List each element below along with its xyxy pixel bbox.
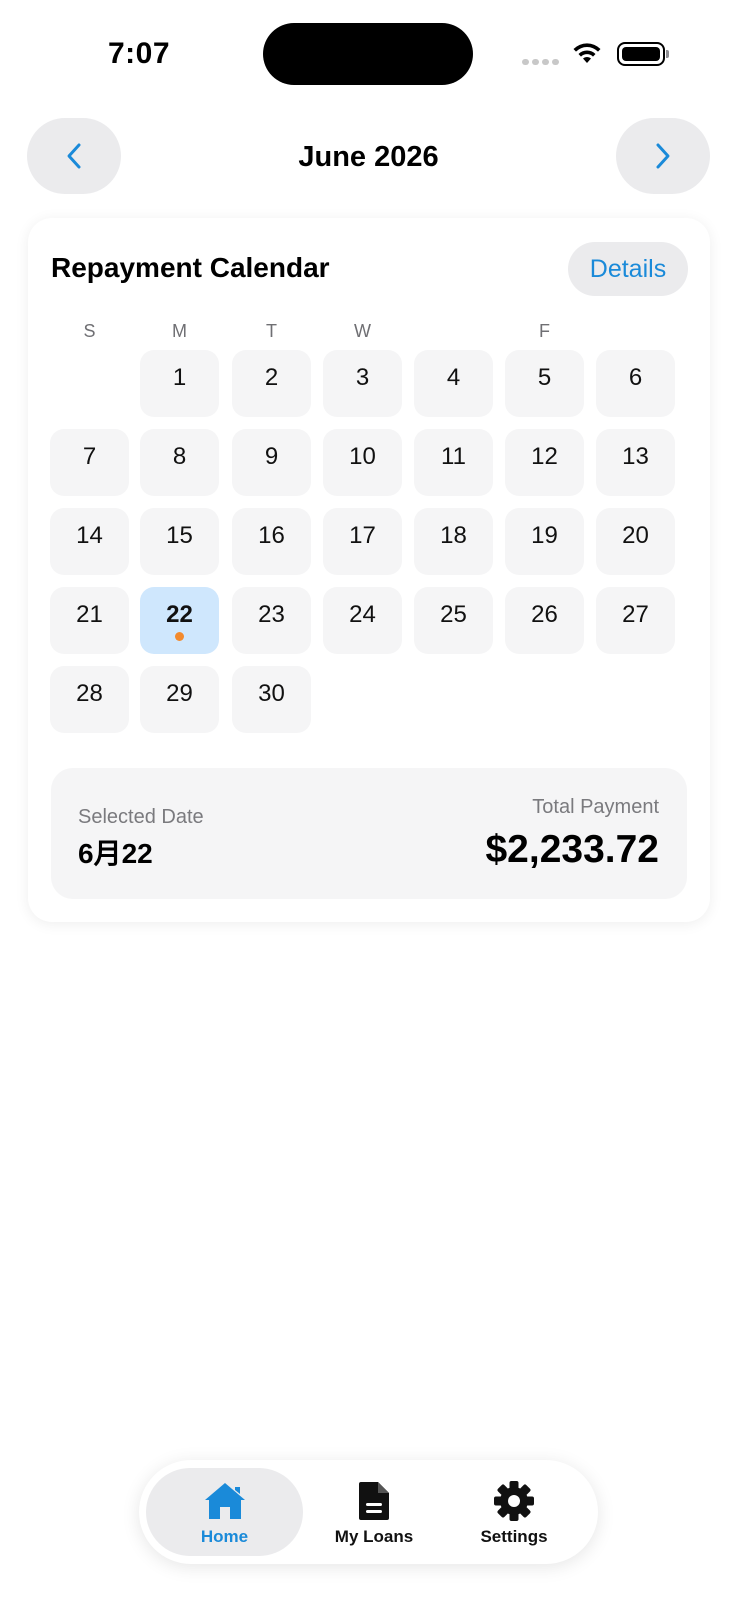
cellular-signal-icon <box>522 59 560 65</box>
calendar-day[interactable]: 14 <box>50 508 129 575</box>
chevron-left-icon <box>67 143 81 169</box>
calendar-day[interactable]: 6 <box>596 350 675 417</box>
calendar-day-number: 6 <box>628 364 643 391</box>
tab-home[interactable]: Home <box>146 1468 303 1556</box>
tab-settings-label: Settings <box>480 1527 548 1546</box>
calendar-day[interactable]: 21 <box>50 587 129 654</box>
weekday-label: W <box>354 321 371 341</box>
calendar-day-number: 17 <box>349 522 376 549</box>
tab-my-loans[interactable]: My Loans <box>299 1468 449 1556</box>
repayment-calendar-card: Repayment Calendar Details SMTWF 1234567… <box>28 218 710 922</box>
calendar-day-number: 23 <box>258 601 285 628</box>
calendar-day-number: 5 <box>537 364 552 391</box>
payment-summary: Selected Date 6月22 Total Payment $2,233.… <box>51 768 687 899</box>
calendar-day[interactable]: 5 <box>505 350 584 417</box>
calendar-day-number: 8 <box>172 443 187 470</box>
calendar-day-number: 19 <box>531 522 558 549</box>
calendar-day-number: 29 <box>166 680 193 707</box>
calendar-day[interactable]: 22 <box>140 587 219 654</box>
calendar-day-number: 10 <box>349 443 376 470</box>
calendar-day-number: 26 <box>531 601 558 628</box>
calendar-day[interactable]: 19 <box>505 508 584 575</box>
total-payment-value: $2,233.72 <box>485 828 659 871</box>
calendar-day-number: 1 <box>172 364 187 391</box>
month-title: June 2026 <box>298 141 439 173</box>
next-month-button[interactable] <box>616 118 710 194</box>
calendar-day-number: 12 <box>531 443 558 470</box>
tab-home-label: Home <box>200 1527 249 1546</box>
card-title: Repayment Calendar <box>51 252 330 283</box>
weekday-label: M <box>172 321 187 341</box>
wifi-icon <box>573 43 601 63</box>
calendar-day[interactable]: 20 <box>596 508 675 575</box>
gear-icon <box>494 1481 534 1521</box>
calendar-day-number: 7 <box>82 443 97 470</box>
weekday-label: F <box>539 321 550 341</box>
selected-date-label: Selected Date <box>78 806 204 828</box>
calendar-day[interactable]: 2 <box>232 350 311 417</box>
calendar-day[interactable]: 30 <box>232 666 311 733</box>
calendar-day-number: 14 <box>76 522 103 549</box>
calendar-day[interactable]: 17 <box>323 508 402 575</box>
calendar-day-number: 30 <box>258 680 285 707</box>
calendar-day[interactable]: 18 <box>414 508 493 575</box>
calendar-day-number: 16 <box>258 522 285 549</box>
home-icon <box>204 1483 245 1519</box>
calendar-day[interactable]: 27 <box>596 587 675 654</box>
chevron-right-icon <box>656 143 670 169</box>
calendar-day[interactable]: 8 <box>140 429 219 496</box>
calendar-day-number: 24 <box>349 601 376 628</box>
calendar-day[interactable]: 23 <box>232 587 311 654</box>
calendar-day-number: 2 <box>264 364 279 391</box>
calendar-day-number: 15 <box>166 522 193 549</box>
calendar-day[interactable]: 29 <box>140 666 219 733</box>
calendar-day[interactable]: 12 <box>505 429 584 496</box>
calendar-day-number: 28 <box>76 680 103 707</box>
calendar-day-number: 20 <box>622 522 649 549</box>
calendar-day[interactable]: 3 <box>323 350 402 417</box>
calendar-day[interactable]: 4 <box>414 350 493 417</box>
calendar-day[interactable]: 1 <box>140 350 219 417</box>
calendar-day-number: 11 <box>441 443 466 470</box>
status-time: 7:07 <box>108 37 171 70</box>
calendar-day[interactable]: 24 <box>323 587 402 654</box>
calendar-day[interactable]: 16 <box>232 508 311 575</box>
tab-my-loans-label: My Loans <box>334 1527 414 1546</box>
calendar-day-number: 25 <box>440 601 467 628</box>
calendar-day[interactable]: 25 <box>414 587 493 654</box>
calendar-day-number: 4 <box>446 364 461 391</box>
calendar-day[interactable]: 26 <box>505 587 584 654</box>
calendar-day-number: 21 <box>76 601 103 628</box>
calendar-day-number: 3 <box>355 364 370 391</box>
weekday-label: T <box>266 321 277 341</box>
tab-bar: Home My Loans Settings <box>139 1460 598 1564</box>
calendar-day[interactable]: 28 <box>50 666 129 733</box>
calendar-day-number: 22 <box>166 601 193 628</box>
weekday-label: S <box>83 321 96 341</box>
calendar-day[interactable]: 11 <box>414 429 493 496</box>
calendar-day[interactable]: 15 <box>140 508 219 575</box>
details-button[interactable]: Details <box>568 242 688 296</box>
selected-date-value: 6月22 <box>78 838 153 869</box>
calendar-day[interactable]: 7 <box>50 429 129 496</box>
total-payment-label: Total Payment <box>532 796 659 818</box>
document-icon <box>359 1482 389 1520</box>
calendar-day-number: 18 <box>440 522 467 549</box>
previous-month-button[interactable] <box>27 118 121 194</box>
tab-settings[interactable]: Settings <box>439 1468 589 1556</box>
calendar-day-number: 27 <box>622 601 649 628</box>
calendar-day-number: 9 <box>264 443 279 470</box>
dynamic-island <box>263 23 473 85</box>
calendar-day[interactable]: 9 <box>232 429 311 496</box>
payment-due-dot <box>175 632 184 641</box>
calendar-day[interactable]: 10 <box>323 429 402 496</box>
battery-icon <box>617 42 669 66</box>
calendar-day-number: 13 <box>622 443 649 470</box>
calendar-day[interactable]: 13 <box>596 429 675 496</box>
